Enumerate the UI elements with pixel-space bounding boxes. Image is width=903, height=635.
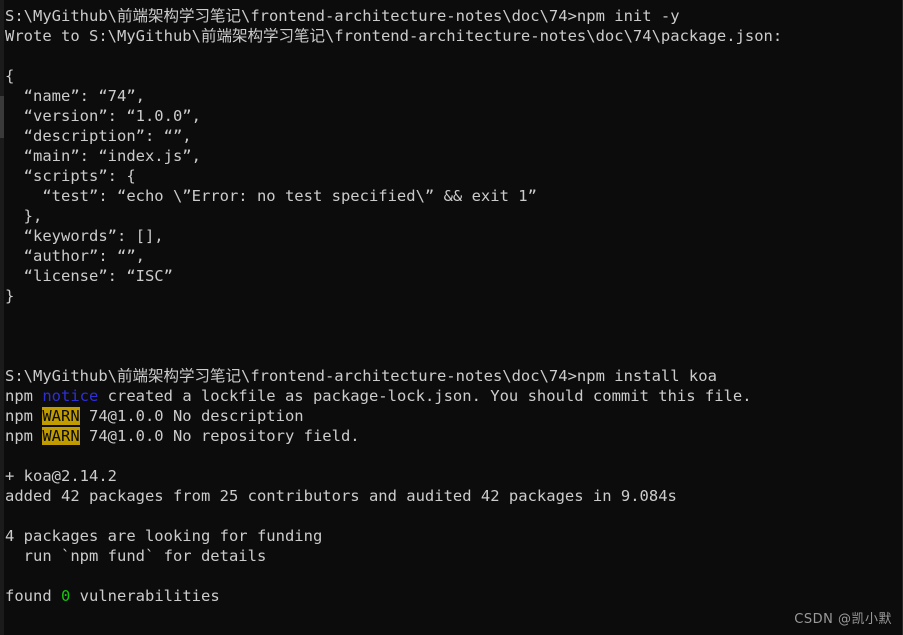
console-line: 4 packages are looking for funding	[5, 527, 323, 545]
csdn-watermark: CSDN @凯小默	[794, 612, 892, 627]
console-token-warn: WARN	[42, 407, 80, 425]
console-output: S:\MyGithub\前端架构学习笔记\frontend-architectu…	[0, 0, 902, 626]
console-prompt-line: S:\MyGithub\前端架构学习笔记\frontend-architectu…	[5, 367, 717, 385]
console-line: “description”: “”,	[5, 127, 192, 145]
console-line: “name”: “74”,	[5, 87, 145, 105]
console-token-default: npm	[5, 387, 43, 405]
console-token-default: 74@1.0.0 No description	[79, 407, 304, 425]
console-token-default: npm	[5, 427, 43, 445]
console-line: npm WARN 74@1.0.0 No repository field.	[0, 426, 902, 446]
console-line: },	[5, 207, 43, 225]
console-token-green: 0	[61, 587, 71, 605]
console-line: Wrote to S:\MyGithub\前端架构学习笔记\frontend-a…	[5, 27, 783, 45]
console-line: “license”: “ISC”	[5, 267, 173, 285]
console-token-notice: notice	[42, 387, 99, 405]
console-token-default: npm	[5, 407, 43, 425]
console-line: “author”: “”,	[5, 247, 145, 265]
console-line: + koa@2.14.2	[5, 467, 117, 485]
console-token-warn: WARN	[42, 427, 80, 445]
console-prompt-line: S:\MyGithub\前端架构学习笔记\frontend-architectu…	[5, 7, 680, 25]
console-line: npm WARN 74@1.0.0 No description	[0, 406, 902, 426]
console-line: “scripts”: {	[5, 167, 136, 185]
console-token-default: found	[5, 587, 61, 605]
console-line: “version”: “1.0.0”,	[5, 107, 201, 125]
console-line: “test”: “echo \”Error: no test specified…	[5, 187, 537, 205]
console-token-default: 74@1.0.0 No repository field.	[79, 427, 360, 445]
console-line: {	[5, 67, 15, 85]
console-line: “main”: “index.js”,	[5, 147, 201, 165]
console-token-default: created a lockfile as package-lock.json.…	[98, 387, 752, 405]
console-token-default: vulnerabilities	[70, 587, 220, 605]
console-line: added 42 packages from 25 contributors a…	[5, 487, 677, 505]
console-line: }	[5, 287, 15, 305]
console-line: “keywords”: [],	[5, 227, 164, 245]
console-line: found 0 vulnerabilities	[0, 586, 902, 606]
terminal-window: S:\MyGithub\前端架构学习笔记\frontend-architectu…	[0, 0, 903, 635]
console-line: npm notice created a lockfile as package…	[0, 386, 902, 406]
console-line: run `npm fund` for details	[5, 547, 267, 565]
